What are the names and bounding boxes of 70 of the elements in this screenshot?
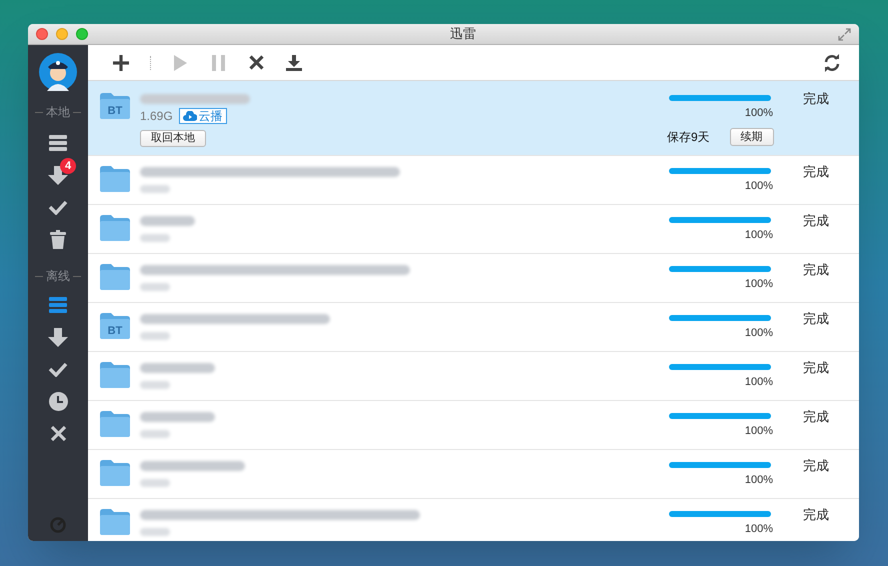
status-text: 完成 <box>803 506 829 524</box>
status-text: 完成 <box>803 163 829 181</box>
progress-percent: 100% <box>744 228 773 243</box>
blurred-text <box>140 430 170 438</box>
progress-percent: 100% <box>744 106 773 121</box>
progress-percent: 100% <box>744 424 773 439</box>
task-row[interactable]: 100% 完成 <box>88 254 859 303</box>
blurred-text <box>140 216 195 226</box>
retrieve-button[interactable]: 取回本地 <box>140 130 206 147</box>
cross-icon[interactable] <box>50 424 66 442</box>
progress-percent: 100% <box>744 473 773 488</box>
blurred-text <box>140 528 170 536</box>
task-row[interactable]: 100% 完成 <box>88 156 859 205</box>
status-text: 完成 <box>803 310 829 328</box>
folder-icon <box>100 411 130 437</box>
file-size: 1.69G <box>140 108 173 125</box>
folder-icon <box>100 166 130 192</box>
fullscreen-icon[interactable] <box>838 28 851 40</box>
cloud-icon <box>182 111 197 121</box>
task-row[interactable]: 100% 完成 <box>88 205 859 254</box>
folder-icon <box>100 215 130 241</box>
status-text: 完成 <box>803 261 829 279</box>
task-row[interactable]: 100% 完成 <box>88 450 859 499</box>
folder-icon <box>100 509 130 535</box>
check-icon[interactable] <box>48 362 68 376</box>
close-icon[interactable] <box>247 55 265 70</box>
status-text: 完成 <box>803 212 829 230</box>
folder-icon: BT <box>100 313 130 339</box>
count-badge: 4 <box>60 158 76 174</box>
progress-percent: 100% <box>744 179 773 194</box>
blurred-text <box>140 234 170 242</box>
task-row[interactable]: BT 100% 完成 <box>88 303 859 352</box>
list-icon[interactable] <box>49 297 67 313</box>
status-text: 完成 <box>803 90 829 108</box>
renew-button[interactable]: 续期 <box>730 128 774 146</box>
status-text: 完成 <box>803 457 829 475</box>
download-icon[interactable] <box>285 54 303 70</box>
progress-percent: 100% <box>744 277 773 292</box>
status-text: 完成 <box>803 359 829 377</box>
section-label: 离线 <box>46 268 70 285</box>
list-icon[interactable] <box>49 135 67 151</box>
progress-percent: 100% <box>744 326 773 341</box>
status-text: 完成 <box>803 408 829 426</box>
cloud-play-button[interactable]: 云播 <box>178 108 227 124</box>
avatar-icon[interactable] <box>39 53 77 91</box>
blurred-text <box>140 283 170 291</box>
folder-icon <box>100 264 130 290</box>
trash-icon[interactable] <box>50 230 66 248</box>
add-icon[interactable] <box>112 54 130 70</box>
blurred-text <box>140 479 170 487</box>
close-button[interactable] <box>36 28 48 40</box>
retention-text: 保存9天 <box>667 128 710 146</box>
clock-icon[interactable] <box>48 392 68 410</box>
progress-percent: 100% <box>744 375 773 390</box>
window-title: 迅雷 <box>450 25 476 44</box>
progress-percent: 100% <box>744 522 773 537</box>
task-row[interactable]: 100% 完成 <box>88 499 859 541</box>
task-row[interactable]: BT 1.69G 云播 取回本地 100% 完成 保存9天 续期 <box>88 81 859 156</box>
folder-icon <box>100 460 130 486</box>
folder-icon: BT <box>100 93 130 119</box>
down-arrow-icon[interactable] <box>48 328 68 346</box>
blurred-text <box>140 332 170 340</box>
section-label: 本地 <box>46 104 70 121</box>
task-row[interactable]: 100% 完成 <box>88 352 859 401</box>
folder-icon <box>100 362 130 388</box>
blurred-text <box>140 185 170 193</box>
blurred-text <box>140 381 170 389</box>
refresh-icon[interactable] <box>823 54 841 72</box>
check-icon[interactable] <box>48 200 68 214</box>
task-row[interactable]: 100% 完成 <box>88 401 859 450</box>
